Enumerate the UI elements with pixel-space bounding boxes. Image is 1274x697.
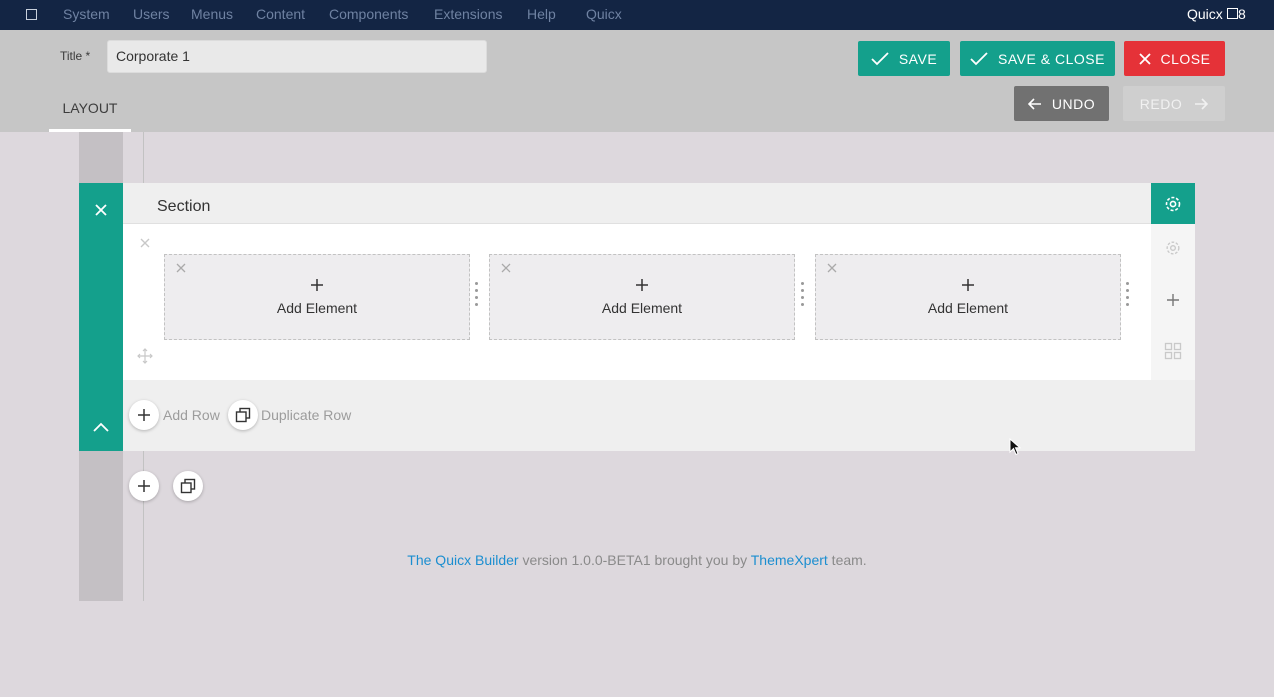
duplicate-icon (235, 407, 251, 423)
section-sidebar (79, 183, 123, 451)
save-close-label: SAVE & CLOSE (998, 50, 1105, 67)
menu-components[interactable]: Components (329, 6, 408, 22)
menu-users[interactable]: Users (133, 6, 170, 22)
close-label: CLOSE (1160, 50, 1211, 67)
check-icon (970, 51, 988, 65)
menu-system[interactable]: System (63, 6, 110, 22)
arrow-left-icon (1027, 97, 1041, 110)
menu-content[interactable]: Content (256, 6, 305, 22)
section-settings-button[interactable] (1151, 183, 1195, 224)
editor-toolbar: Title * Corporate 1 SAVE SAVE & CLOSE CL… (0, 30, 1274, 132)
footer-text: version 1.0.0-BETA1 brought you by (518, 552, 751, 568)
add-element-label: Add Element (601, 300, 683, 316)
menu-menus[interactable]: Menus (191, 6, 233, 22)
duplicate-icon (180, 478, 196, 494)
menu-extensions[interactable]: Extensions (434, 6, 502, 22)
duplicate-row-button[interactable] (228, 400, 258, 430)
section-title: Section (157, 198, 211, 215)
menu-quicx[interactable]: Quicx (586, 6, 622, 22)
remove-column-icon[interactable] (501, 263, 511, 273)
column-add-element[interactable]: Add Element (164, 254, 470, 340)
row-container: Add Element Add Element Add Element (123, 224, 1151, 380)
site-link[interactable]: Quicx (1187, 6, 1238, 22)
toggle-menu-icon[interactable] (26, 9, 37, 20)
save-button[interactable]: SAVE (858, 41, 950, 76)
tab-layout[interactable]: LAYOUT (49, 90, 131, 132)
footer-text-end: team. (827, 552, 867, 568)
close-icon (1138, 52, 1151, 65)
undo-button[interactable]: UNDO (1014, 86, 1109, 121)
redo-label: REDO (1139, 95, 1183, 112)
save-label: SAVE (898, 50, 938, 67)
remove-column-icon[interactable] (827, 263, 837, 273)
column-resize-handle[interactable] (475, 282, 479, 314)
plus-icon (138, 480, 150, 492)
themexpert-link[interactable]: ThemeXpert (751, 552, 828, 568)
mouse-cursor-icon (1009, 438, 1021, 456)
plus-icon (311, 279, 323, 291)
close-button[interactable]: CLOSE (1124, 41, 1225, 76)
plus-icon (636, 279, 648, 291)
external-window-icon (1226, 8, 1238, 19)
plus-icon (138, 409, 150, 421)
remove-column-icon[interactable] (176, 263, 186, 273)
undo-label: UNDO (1051, 95, 1096, 112)
row-tools (1151, 224, 1195, 380)
remove-row-icon[interactable] (140, 238, 150, 248)
add-element-label: Add Element (276, 300, 358, 316)
add-column-icon[interactable] (1164, 291, 1182, 309)
menu-help[interactable]: Help (527, 6, 556, 22)
notification-count[interactable]: 8 (1238, 6, 1246, 22)
top-navbar: System Users Menus Content Components Ex… (0, 0, 1274, 30)
add-section-button[interactable] (129, 471, 159, 501)
quicx-builder-link[interactable]: The Quicx Builder (407, 552, 518, 568)
column-layout-icon[interactable] (1164, 342, 1182, 360)
add-element-label: Add Element (927, 300, 1009, 316)
row-settings-icon[interactable] (1164, 239, 1182, 257)
duplicate-row-label[interactable]: Duplicate Row (261, 407, 351, 423)
collapse-section-icon[interactable] (92, 421, 110, 433)
title-input[interactable]: Corporate 1 (107, 40, 487, 73)
add-row-label[interactable]: Add Row (163, 407, 220, 423)
footer-credit: The Quicx Builder version 1.0.0-BETA1 br… (0, 552, 1274, 568)
row-actions-bar: Add Row Duplicate Row (123, 380, 1195, 451)
move-row-icon[interactable] (137, 348, 153, 364)
remove-section-icon[interactable] (94, 203, 108, 217)
column-add-element[interactable]: Add Element (815, 254, 1121, 340)
column-resize-handle[interactable] (1126, 282, 1130, 314)
site-name: Quicx (1187, 6, 1223, 22)
check-icon (871, 51, 889, 65)
gear-icon (1165, 196, 1181, 211)
title-label: Title * (60, 49, 91, 63)
add-row-button[interactable] (129, 400, 159, 430)
redo-button[interactable]: REDO (1123, 86, 1225, 121)
save-close-button[interactable]: SAVE & CLOSE (960, 41, 1115, 76)
column-resize-handle[interactable] (801, 282, 805, 314)
arrow-right-icon (1195, 97, 1209, 110)
duplicate-section-button[interactable] (173, 471, 203, 501)
column-add-element[interactable]: Add Element (489, 254, 795, 340)
section-header: Section (123, 183, 1151, 224)
plus-icon (962, 279, 974, 291)
